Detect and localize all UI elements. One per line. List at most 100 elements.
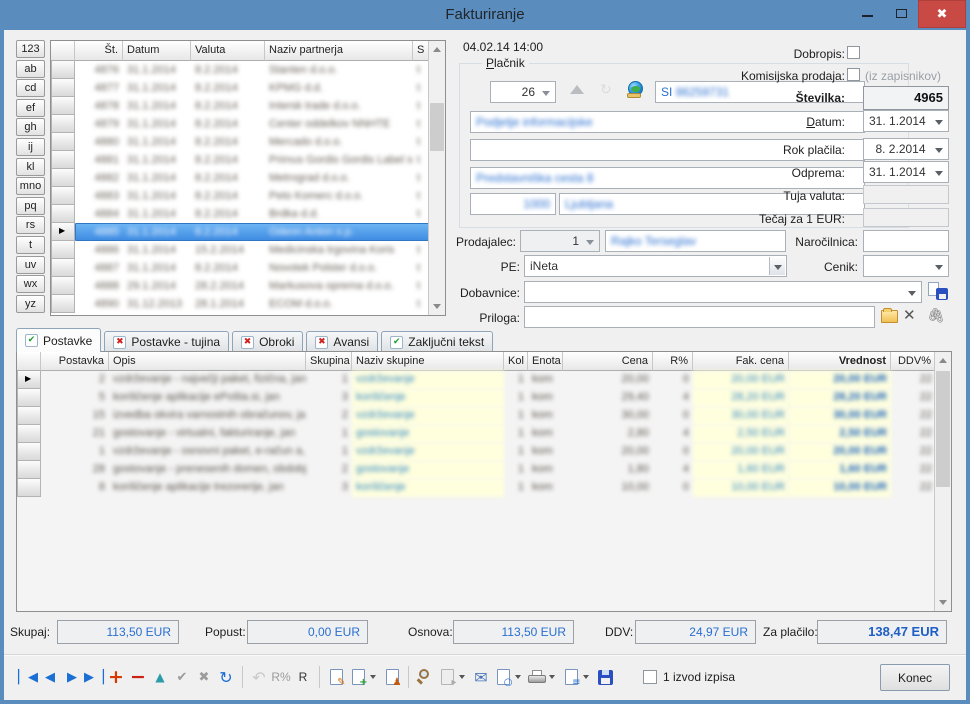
item-row[interactable]: 28gostovanje - prenesenih domen, obdobje… — [17, 461, 951, 479]
minimize-button[interactable] — [850, 0, 884, 24]
print-icon[interactable] — [527, 666, 547, 688]
edit-record-icon[interactable]: ▲ — [150, 666, 170, 688]
alpha-index-button-uv[interactable]: uv — [16, 256, 45, 274]
partner-row-selector[interactable] — [51, 97, 75, 115]
pe-combo[interactable]: iNeta — [524, 255, 787, 277]
partner-row-selector[interactable] — [51, 115, 75, 133]
print-preview-icon[interactable]: ○ — [493, 666, 513, 688]
scroll-down-icon[interactable] — [429, 298, 445, 315]
alpha-index-button-ab[interactable]: ab — [16, 60, 45, 78]
scroll-down-icon[interactable] — [935, 594, 951, 611]
alpha-index-button-pq[interactable]: pq — [16, 197, 45, 215]
item-row-selector[interactable]: ▶ — [17, 371, 41, 389]
refresh-icon[interactable]: ↻ — [216, 666, 236, 688]
items-table-scrollbar[interactable] — [934, 352, 951, 611]
datum-combo[interactable]: 31. 1.2014 — [863, 110, 949, 132]
new-document-dropdown[interactable] — [370, 666, 380, 688]
tab-avansi[interactable]: ✖Avansi — [306, 331, 378, 352]
new-document-icon[interactable]: + — [348, 666, 368, 688]
alpha-index-button-ef[interactable]: ef — [16, 99, 45, 117]
partner-row-selector[interactable] — [51, 133, 75, 151]
komisijska-checkbox[interactable] — [847, 68, 860, 81]
search-icon[interactable] — [415, 666, 435, 688]
partner-row-selector[interactable] — [51, 169, 75, 187]
partner-row[interactable]: 488331.1.20148.2.2014Peto Komerc d.o.o.t — [51, 187, 445, 205]
prodajalec-name-field[interactable]: Rajko Terseglav — [605, 230, 786, 252]
nav-prev-icon[interactable]: ◀ — [40, 666, 60, 688]
confirm-icon[interactable]: ✔ — [172, 666, 192, 688]
alpha-index-button-wx[interactable]: wx — [16, 275, 45, 293]
pe-combo-button[interactable] — [769, 257, 785, 275]
partner-row-selector[interactable]: ▶ — [51, 223, 75, 241]
print-preview-dropdown[interactable] — [515, 666, 525, 688]
tab-zaklju-ni-tekst[interactable]: ✔Zaključni tekst — [381, 331, 493, 352]
partner-row[interactable]: 488431.1.20148.2.2014Brdka d.d.t — [51, 205, 445, 223]
partner-row[interactable]: 488231.1.20148.2.2014Metrograd d.o.o.t — [51, 169, 445, 187]
cancel-icon[interactable]: ✖ — [194, 666, 214, 688]
alpha-index-button-mno[interactable]: mno — [16, 177, 45, 195]
odprema-combo[interactable]: 31. 1.2014 — [863, 161, 949, 183]
prodajalec-combo[interactable]: 1 — [520, 230, 600, 252]
web-lookup-icon[interactable] — [628, 81, 643, 96]
item-row[interactable]: 21gostovanje - virtualni, fakturiranje, … — [17, 425, 951, 443]
payer-up-icon[interactable] — [570, 85, 584, 94]
alpha-index-button-t[interactable]: t — [16, 236, 45, 254]
alpha-index-button-yz[interactable]: yz — [16, 295, 45, 313]
edit-document-icon[interactable]: ✎ — [326, 666, 346, 688]
item-row-selector[interactable] — [17, 425, 41, 443]
save-icon[interactable] — [595, 666, 615, 688]
item-row[interactable]: 5koriščenje aplikacije ePošta.si, jan3ko… — [17, 389, 951, 407]
close-button[interactable]: ✖ — [918, 0, 966, 28]
partner-row[interactable]: 487731.1.20148.2.2014KPMG d.d.t — [51, 79, 445, 97]
undo-icon[interactable]: ↶ — [249, 666, 269, 688]
nav-first-icon[interactable]: ▏◀ — [18, 666, 38, 688]
scroll-up-icon[interactable] — [429, 41, 445, 58]
partner-row-selector[interactable] — [51, 241, 75, 259]
add-record-icon[interactable]: + — [106, 666, 126, 688]
rabat-percent-button[interactable]: R% — [271, 666, 291, 688]
alpha-index-button-cd[interactable]: cd — [16, 79, 45, 97]
partner-table-scrollbar[interactable] — [428, 41, 445, 315]
partner-row-selector[interactable] — [51, 79, 75, 97]
narocilnica-field[interactable] — [863, 230, 949, 252]
dobropis-checkbox[interactable] — [847, 46, 860, 59]
item-row-selector[interactable] — [17, 479, 41, 497]
scroll-up-icon[interactable] — [935, 352, 951, 369]
partner-row[interactable]: 487931.1.20148.2.2014Center oddelkov NNH… — [51, 115, 445, 133]
tab-obroki[interactable]: ✖Obroki — [232, 331, 303, 352]
tab-postavke-tujina[interactable]: ✖Postavke - tujina — [104, 331, 229, 352]
partner-row[interactable]: 488631.1.201415.2.2014Medicinska trgovin… — [51, 241, 445, 259]
partner-row-selector[interactable] — [51, 259, 75, 277]
cenik-combo[interactable] — [863, 255, 949, 277]
report-icon[interactable]: ≡ — [561, 666, 581, 688]
partner-row-selector[interactable] — [51, 277, 75, 295]
alpha-index-button-gh[interactable]: gh — [16, 118, 45, 136]
partner-row-selector[interactable] — [51, 61, 75, 79]
partner-row[interactable]: 488131.1.20148.2.2014Primus Gordis Gordi… — [51, 151, 445, 169]
alpha-index-button-rs[interactable]: rs — [16, 216, 45, 234]
priloga-field[interactable] — [524, 306, 875, 328]
alpha-index-button-123[interactable]: 123 — [16, 40, 45, 58]
partner-row[interactable]: ▶488531.1.20148.2.2014Odeon Anton s.p. — [51, 223, 445, 241]
partner-row-selector[interactable] — [51, 187, 75, 205]
partner-row[interactable]: 487631.1.20148.2.2014Stanten d.o.o.t — [51, 61, 445, 79]
rabat-button[interactable]: R — [293, 666, 313, 688]
item-row-selector[interactable] — [17, 389, 41, 407]
dobavnice-combo[interactable] — [524, 281, 922, 303]
scrollbar-thumb[interactable] — [430, 103, 444, 151]
item-row-selector[interactable] — [17, 461, 41, 479]
maximize-button[interactable] — [884, 0, 918, 24]
rok-placila-combo[interactable]: 8. 2.2014 — [863, 138, 949, 160]
report-dropdown[interactable] — [583, 666, 593, 688]
konec-button[interactable]: Konec — [880, 664, 950, 691]
copies-checkbox[interactable] — [643, 670, 657, 684]
export-dropdown[interactable] — [459, 666, 469, 688]
browse-attachment-icon[interactable] — [881, 310, 898, 323]
remove-attachment-icon[interactable]: ✕ — [903, 306, 916, 324]
payer-postal-field[interactable]: 1000 — [470, 193, 556, 215]
save-delivery-notes-icon[interactable] — [928, 282, 948, 300]
partner-row[interactable]: 488829.1.201428.2.2014Markusova oprema d… — [51, 277, 445, 295]
item-row-selector[interactable] — [17, 407, 41, 425]
item-row[interactable]: ▶2vzdrževanje - največji paket, fizična,… — [17, 371, 951, 389]
nav-next-icon[interactable]: ▶ — [62, 666, 82, 688]
